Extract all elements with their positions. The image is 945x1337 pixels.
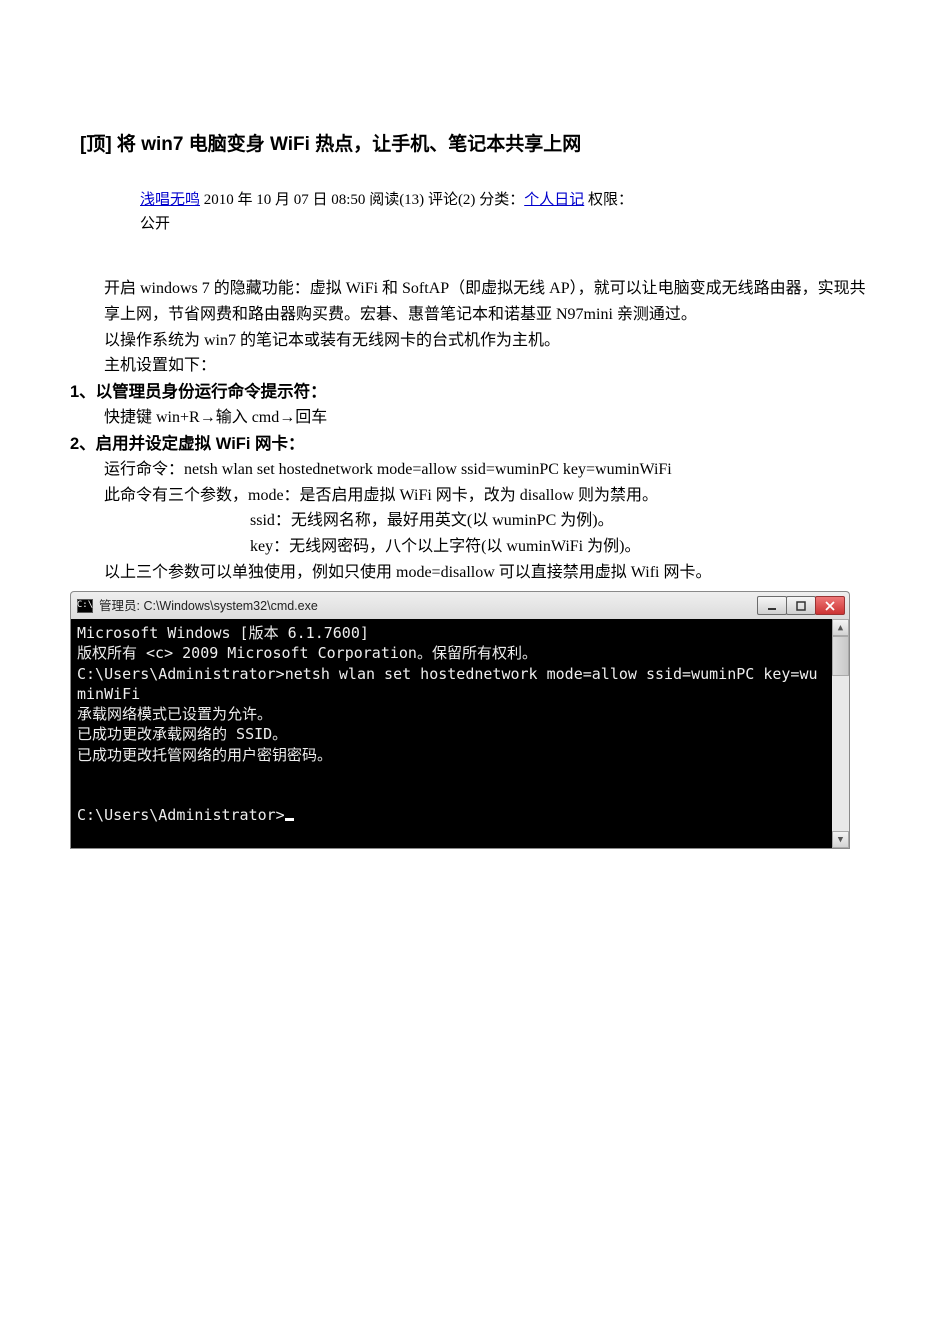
- cmd-line: 已成功更改承载网络的 SSID。: [77, 724, 823, 744]
- cmd-line: 版权所有 <c> 2009 Microsoft Corporation。保留所有…: [77, 643, 823, 663]
- step2-heading: 2、启用并设定虚拟 WiFi 网卡：: [70, 431, 875, 457]
- maximize-icon: [796, 601, 806, 611]
- post-date: 2010 年 10 月 07 日 08:50: [204, 192, 366, 208]
- intro-paragraph-2: 以操作系统为 win7 的笔记本或装有无线网卡的台式机作为主机。: [70, 328, 875, 354]
- cmd-window: C:\ 管理员: C:\Windows\system32\cmd.exe ▲ ▼: [70, 591, 850, 849]
- cmd-icon: C:\: [77, 599, 93, 613]
- article-title: [顶] 将 win7 电脑变身 WiFi 热点，让手机、笔记本共享上网: [70, 130, 875, 160]
- maximize-button[interactable]: [786, 596, 816, 615]
- cmd-line: [77, 785, 823, 805]
- comment-count: 评论(2): [428, 192, 476, 208]
- scrollbar[interactable]: ▲ ▼: [832, 619, 849, 848]
- author-link[interactable]: 浅唱无鸣: [140, 192, 200, 208]
- step2-line4: key：无线网密码，八个以上字符(以 wuminWiFi 为例)。: [70, 534, 875, 560]
- step1-body: 快捷键 win+R→输入 cmd→回车: [70, 405, 875, 431]
- step1-heading: 1、以管理员身份运行命令提示符：: [70, 379, 875, 405]
- article-meta: 浅唱无鸣 2010 年 10 月 07 日 08:50 阅读(13) 评论(2)…: [70, 188, 875, 236]
- close-icon: [825, 601, 835, 611]
- cmd-titlebar: C:\ 管理员: C:\Windows\system32\cmd.exe: [70, 591, 850, 619]
- permission-value: 公开: [140, 216, 170, 232]
- read-count: 阅读(13): [369, 192, 424, 208]
- permission-label: 权限：: [588, 192, 633, 208]
- scroll-thumb[interactable]: [832, 636, 849, 676]
- category-link[interactable]: 个人日记: [524, 192, 584, 208]
- cmd-window-title: 管理员: C:\Windows\system32\cmd.exe: [99, 596, 757, 616]
- minimize-icon: [767, 601, 777, 611]
- intro-paragraph-3: 主机设置如下：: [70, 353, 875, 379]
- step2-line3: ssid：无线网名称，最好用英文(以 wuminPC 为例)。: [70, 508, 875, 534]
- close-button[interactable]: [815, 596, 845, 615]
- scroll-up-button[interactable]: ▲: [832, 619, 849, 636]
- cmd-line: 承载网络模式已设置为允许。: [77, 704, 823, 724]
- cursor-icon: [285, 818, 294, 821]
- step2-line2: 此命令有三个参数，mode：是否启用虚拟 WiFi 网卡，改为 disallow…: [70, 483, 875, 509]
- cmd-line: Microsoft Windows [版本 6.1.7600]: [77, 623, 823, 643]
- cmd-line: [77, 765, 823, 785]
- cmd-output: ▲ ▼ Microsoft Windows [版本 6.1.7600] 版权所有…: [70, 619, 850, 849]
- intro-paragraph-1: 开启 windows 7 的隐藏功能：虚拟 WiFi 和 SoftAP（即虚拟无…: [70, 276, 875, 327]
- article-body: 开启 windows 7 的隐藏功能：虚拟 WiFi 和 SoftAP（即虚拟无…: [70, 276, 875, 849]
- cmd-line: 已成功更改托管网络的用户密钥密码。: [77, 745, 823, 765]
- step2-line5: 以上三个参数可以单独使用，例如只使用 mode=disallow 可以直接禁用虚…: [70, 560, 875, 586]
- minimize-button[interactable]: [757, 596, 787, 615]
- category-prefix: 分类：: [479, 192, 524, 208]
- scroll-track[interactable]: [832, 676, 849, 831]
- cmd-prompt: C:\Users\Administrator>: [77, 805, 823, 825]
- step2-line1: 运行命令：netsh wlan set hostednetwork mode=a…: [70, 457, 875, 483]
- window-buttons: [757, 596, 845, 615]
- scroll-down-button[interactable]: ▼: [832, 831, 849, 848]
- cmd-line: C:\Users\Administrator>netsh wlan set ho…: [77, 664, 823, 705]
